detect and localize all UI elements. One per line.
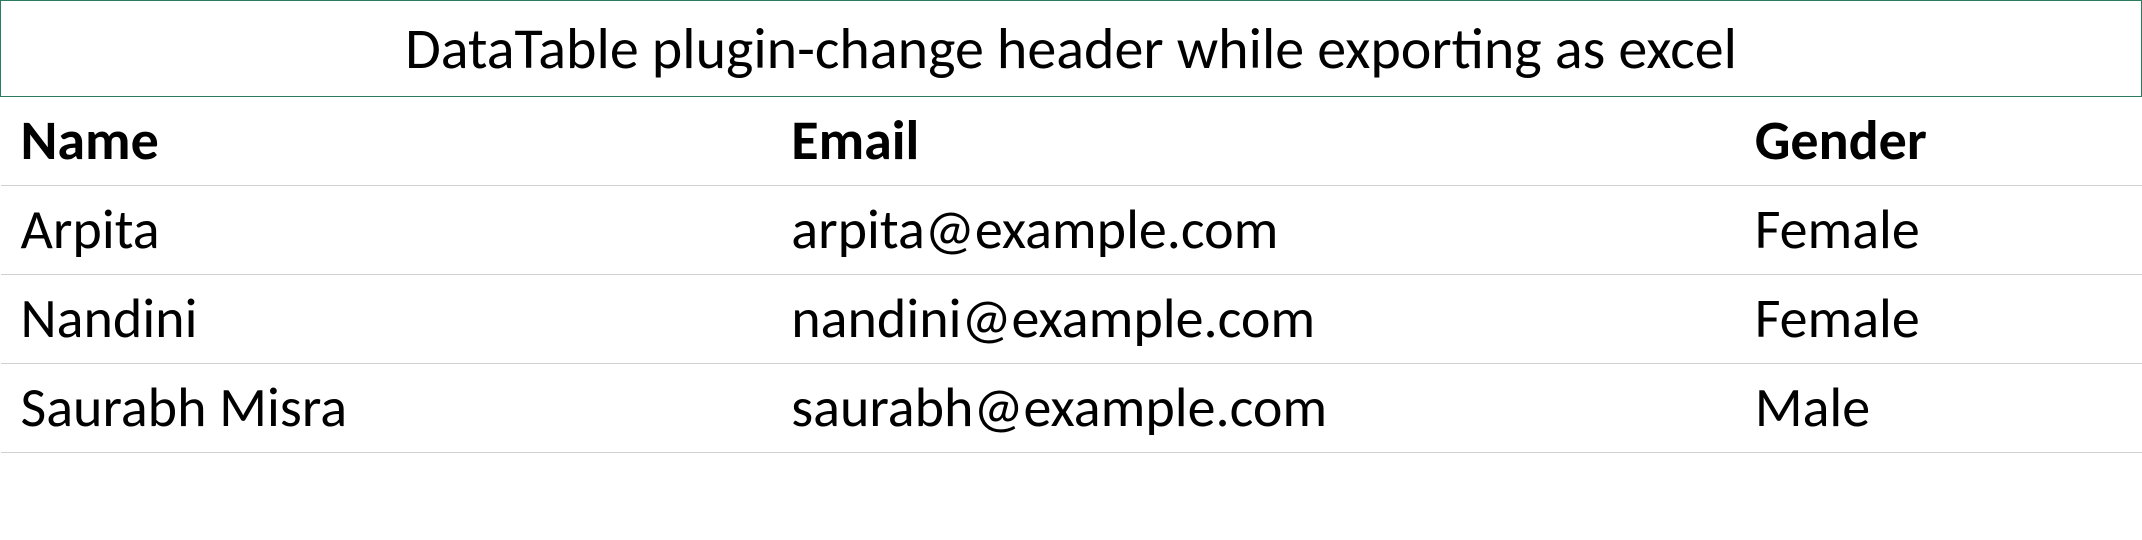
table-row: Saurabh Misra saurabh@example.com Male <box>1 364 2142 453</box>
cell-gender: Male <box>1735 364 2142 453</box>
cell-name: Nandini <box>1 275 772 364</box>
table-title: DataTable plugin-change header while exp… <box>1 1 2142 97</box>
header-email: Email <box>771 97 1734 186</box>
data-table: DataTable plugin-change header while exp… <box>0 0 2142 453</box>
cell-email: nandini@example.com <box>771 275 1734 364</box>
cell-name: Saurabh Misra <box>1 364 772 453</box>
table-row: Nandini nandini@example.com Female <box>1 275 2142 364</box>
header-row: Name Email Gender <box>1 97 2142 186</box>
cell-email: saurabh@example.com <box>771 364 1734 453</box>
table-row: Arpita arpita@example.com Female <box>1 186 2142 275</box>
cell-name: Arpita <box>1 186 772 275</box>
cell-gender: Female <box>1735 275 2142 364</box>
header-gender: Gender <box>1735 97 2142 186</box>
cell-email: arpita@example.com <box>771 186 1734 275</box>
title-row: DataTable plugin-change header while exp… <box>1 1 2142 97</box>
cell-gender: Female <box>1735 186 2142 275</box>
header-name: Name <box>1 97 772 186</box>
